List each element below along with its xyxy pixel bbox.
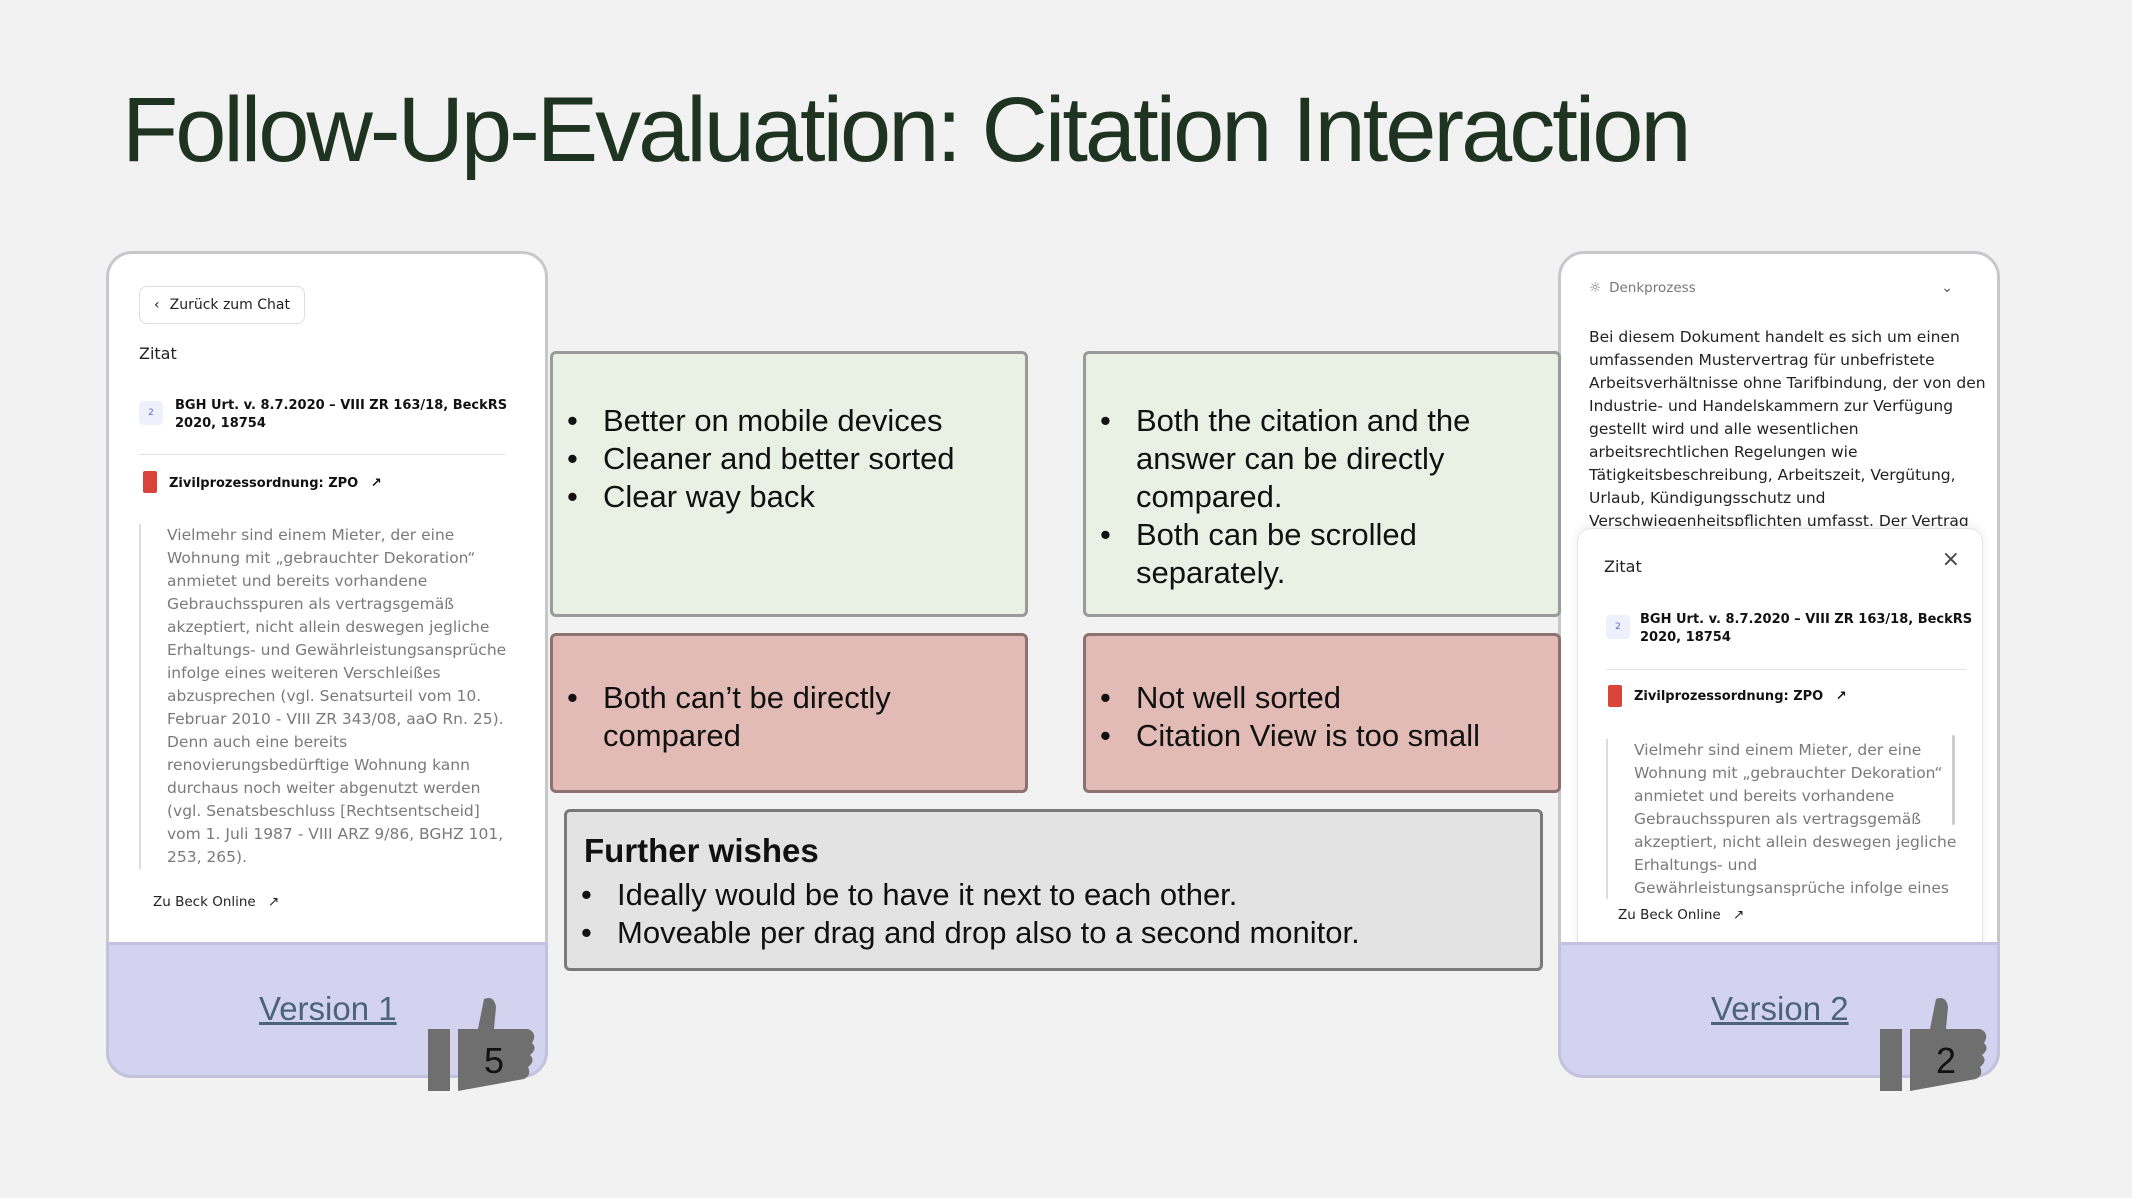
back-button-label: Zurück zum Chat: [169, 297, 290, 313]
cons-version2-box: Not well sorted Citation View is too sma…: [1083, 633, 1561, 793]
source-line-1: BGH Urt. v. 8.7.2020 – VIII ZR 163/18, B…: [175, 398, 508, 413]
list-item: Not well sorted: [1086, 679, 1558, 717]
rating-value: 2: [1936, 1040, 1957, 1081]
beck-link-label: Zu Beck Online: [1618, 907, 1721, 923]
source-line-1: BGH Urt. v. 8.7.2020 – VIII ZR 163/18, B…: [1640, 612, 1973, 627]
cons-version1-box: Both can’t be directly compared: [550, 633, 1028, 793]
close-icon[interactable]: ×: [1942, 547, 1960, 572]
divider: [1606, 669, 1966, 670]
external-link-icon: ↗: [370, 476, 382, 491]
chevron-left-icon: ‹: [154, 297, 160, 313]
external-link-icon: ↗: [268, 894, 280, 910]
list-item: Both can’t be directly compared: [553, 679, 985, 755]
source-line-2: 2020, 18754: [175, 416, 266, 431]
law-title: Zivilprozessordnung: ZPO: [169, 476, 359, 491]
citation-quote: Vielmehr sind einem Mieter, der eine Woh…: [1606, 739, 1960, 899]
beck-online-link[interactable]: Zu Beck Online ↗: [153, 894, 279, 910]
list-item: Better on mobile devices: [553, 402, 1025, 440]
further-wishes-box: Further wishes Ideally would be to have …: [564, 809, 1543, 971]
list-item: Ideally would be to have it next to each…: [567, 876, 1360, 914]
list-item: Both the citation and the answer can be …: [1086, 402, 1538, 516]
zitat-label: Zitat: [139, 344, 177, 363]
wishes-title: Further wishes: [584, 832, 819, 869]
external-link-icon: ↗: [1835, 689, 1847, 704]
book-icon: [1608, 685, 1622, 707]
chevron-down-icon[interactable]: ⌄: [1941, 280, 1953, 296]
pros-version1-box: Better on mobile devices Cleaner and bet…: [550, 351, 1028, 617]
slide-title: Follow-Up-Evaluation: Citation Interacti…: [122, 79, 1692, 181]
version1-link[interactable]: Version 1: [259, 990, 397, 1028]
citation-quote: Vielmehr sind einem Mieter, der eine Woh…: [139, 524, 507, 869]
list-item: Clear way back: [553, 478, 1025, 516]
list-item: Citation View is too small: [1086, 717, 1558, 755]
thought-process-label: Denkprozess: [1609, 280, 1696, 296]
pros-version2-box: Both the citation and the answer can be …: [1083, 351, 1561, 617]
brain-icon: ☼: [1589, 280, 1602, 296]
source-badge-icon: 2: [1606, 615, 1630, 639]
source-badge-icon: 2: [139, 401, 163, 425]
scrollbar[interactable]: [1952, 735, 1955, 825]
law-title: Zivilprozessordnung: ZPO: [1634, 689, 1824, 704]
thought-process-text: Bei diesem Dokument handelt es sich um e…: [1589, 328, 1986, 526]
divider: [139, 454, 505, 455]
beck-online-link[interactable]: Zu Beck Online ↗: [1618, 907, 1744, 923]
source-line-2: 2020, 18754: [1640, 630, 1731, 645]
external-link-icon: ↗: [1733, 907, 1745, 923]
source-reference[interactable]: BGH Urt. v. 8.7.2020 – VIII ZR 163/18, B…: [1640, 611, 1972, 647]
version2-link[interactable]: Version 2: [1711, 990, 1849, 1028]
beck-link-label: Zu Beck Online: [153, 894, 256, 910]
book-icon: [143, 471, 157, 493]
law-link[interactable]: Zivilprozessordnung: ZPO ↗: [1634, 689, 1847, 704]
back-to-chat-button[interactable]: ‹ Zurück zum Chat: [139, 286, 305, 324]
zitat-label: Zitat: [1604, 557, 1642, 576]
list-item: Cleaner and better sorted: [553, 440, 1025, 478]
rating-value: 5: [484, 1040, 505, 1081]
list-item: Both can be scrolled separately.: [1086, 516, 1538, 592]
source-reference[interactable]: BGH Urt. v. 8.7.2020 – VIII ZR 163/18, B…: [175, 397, 507, 433]
law-link[interactable]: Zivilprozessordnung: ZPO ↗: [169, 476, 382, 491]
list-item: Moveable per drag and drop also to a sec…: [567, 914, 1360, 952]
thought-process-toggle[interactable]: ☼ Denkprozess: [1589, 280, 1696, 296]
